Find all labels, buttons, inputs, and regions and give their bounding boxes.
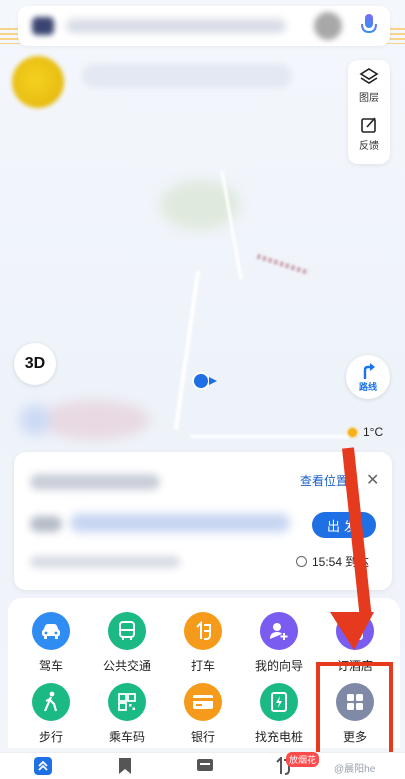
service-label: 我的向导: [254, 659, 303, 673]
weather-indicator: 1°C: [348, 425, 383, 439]
address-blurred: [70, 514, 290, 532]
sun-icon: [348, 427, 357, 437]
service-label: 找充电桩: [254, 730, 303, 744]
view-3d-button[interactable]: 3D: [14, 343, 56, 385]
service-walk[interactable]: 步行: [23, 683, 79, 745]
message-tab-icon[interactable]: [196, 757, 214, 775]
annotation-highlight-box: [316, 662, 393, 766]
location-info-card: 查看位置 ✕ 出发 15:54 到达: [14, 452, 392, 590]
search-bar[interactable]: [18, 6, 390, 46]
service-ride-code[interactable]: 乘车码: [99, 683, 155, 745]
search-blurred-text: [66, 19, 286, 33]
charging-icon: [260, 683, 298, 721]
microphone-icon[interactable]: [356, 11, 382, 41]
bus-icon: [108, 612, 146, 650]
service-transit[interactable]: 公共交通: [99, 612, 155, 674]
bank-icon: [184, 683, 222, 721]
service-charging[interactable]: 找充电桩: [251, 683, 307, 745]
eta-time: 15:54: [312, 554, 343, 569]
annotation-arrow-head: [330, 612, 374, 650]
bookmark-tab-icon[interactable]: [116, 757, 134, 775]
service-bank[interactable]: 银行: [175, 683, 231, 745]
service-label: 步行: [38, 730, 63, 744]
temperature-text: 1°C: [363, 425, 384, 439]
feedback-label: 反馈: [359, 141, 379, 152]
taxi-icon: [184, 612, 222, 650]
watermark-text: @晨阳he: [334, 764, 376, 775]
route-arrow-icon: [363, 362, 375, 379]
user-avatar[interactable]: [314, 12, 342, 40]
search-blurred-logo: [32, 17, 54, 35]
service-label: 驾车: [38, 659, 63, 673]
service-guide[interactable]: 我的向导: [251, 612, 307, 674]
close-icon[interactable]: ✕: [366, 470, 379, 490]
go-button[interactable]: 出发: [312, 512, 376, 538]
distance-blurred: [30, 556, 180, 568]
map-blur-area: [20, 405, 50, 435]
service-label: 银行: [190, 730, 215, 744]
map-blur-area: [40, 400, 150, 440]
weather-avatar[interactable]: [12, 56, 64, 108]
layers-label: 图层: [359, 93, 379, 104]
decor-stripe: [0, 28, 20, 44]
feedback-icon: [361, 117, 376, 133]
service-label: 乘车码: [108, 730, 145, 744]
layers-button[interactable]: 图层: [359, 67, 379, 115]
view-location-link[interactable]: 查看位置: [300, 472, 348, 489]
clock-icon: [296, 556, 307, 567]
location-blurred-chip: [82, 64, 292, 88]
map-road: [190, 435, 350, 438]
home-tab-icon[interactable]: [34, 757, 52, 775]
walk-icon: [32, 683, 70, 721]
guide-icon: [260, 612, 298, 650]
address-blurred: [30, 516, 62, 532]
my-location-marker: [192, 372, 220, 397]
qrcode-icon: [108, 683, 146, 721]
service-label: 打车: [190, 659, 215, 673]
route-button[interactable]: 路线: [346, 355, 390, 399]
place-name-blurred: [30, 474, 160, 490]
feedback-button[interactable]: 反馈: [359, 115, 379, 163]
car-icon: [32, 612, 70, 650]
fireworks-badge[interactable]: 放烟花: [286, 752, 320, 767]
service-taxi[interactable]: 打车: [175, 612, 231, 674]
map-tools-panel: 图层 反馈: [348, 60, 390, 164]
service-drive[interactable]: 驾车: [23, 612, 79, 674]
map-railway: [256, 253, 310, 276]
layers-icon: [359, 68, 379, 84]
map-road: [173, 270, 201, 430]
route-label: 路线: [358, 381, 377, 392]
service-label: 公共交通: [102, 659, 151, 673]
